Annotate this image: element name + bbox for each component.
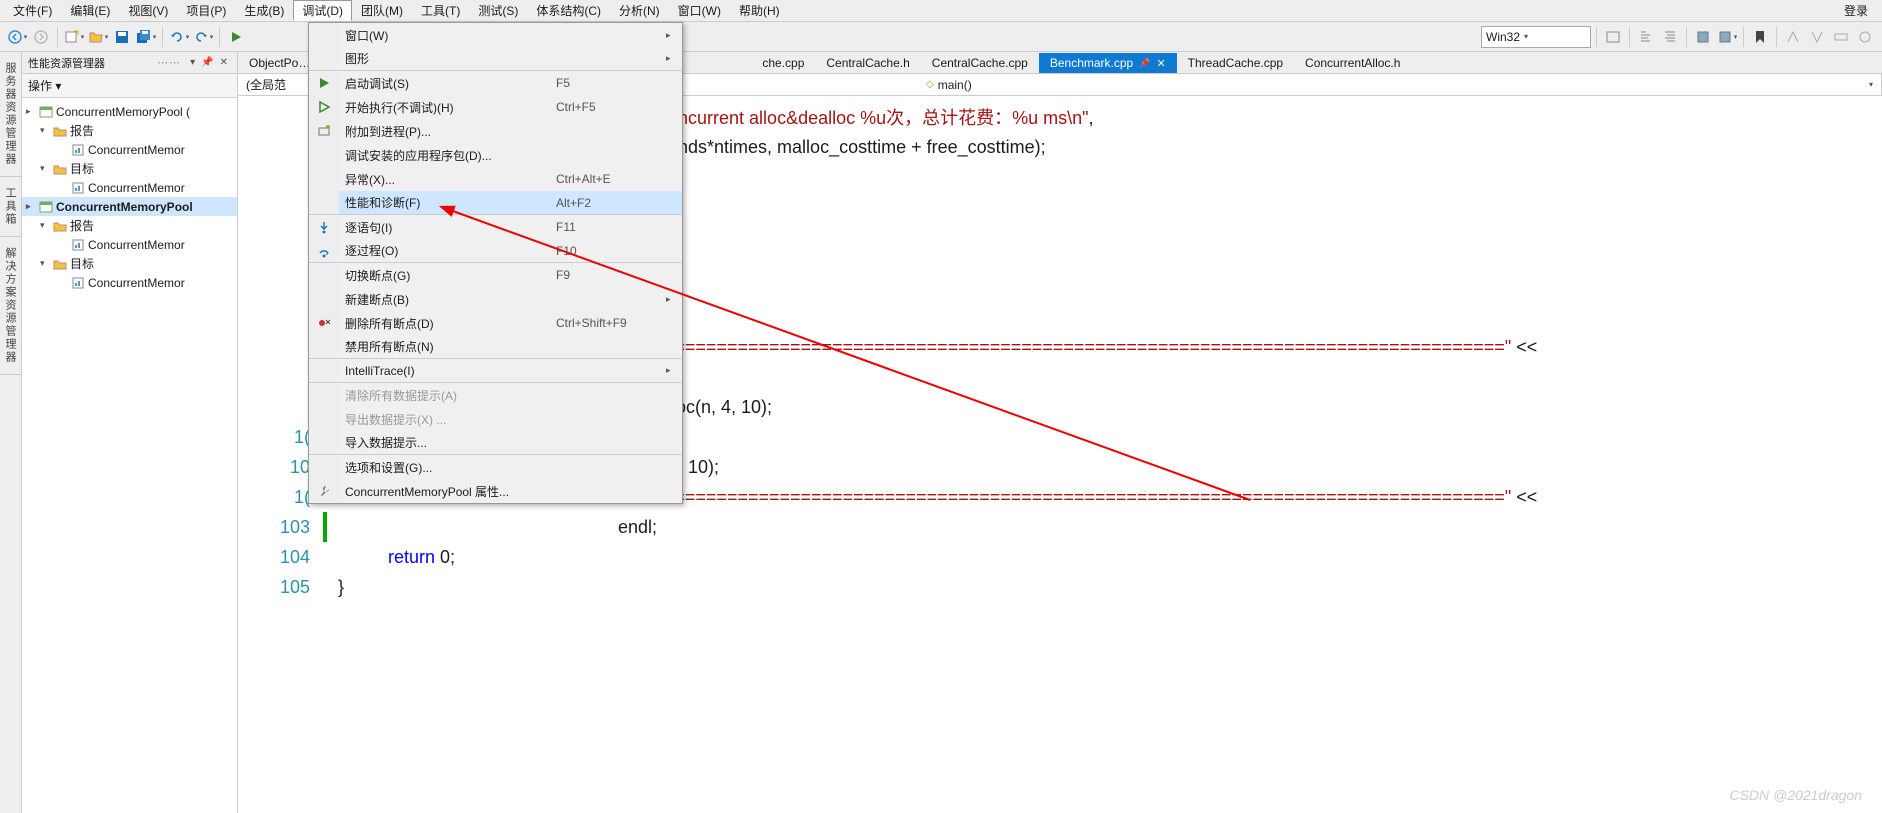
- panel-ops-dropdown[interactable]: 操作 ▾: [28, 77, 61, 94]
- menu-help[interactable]: 帮助(H): [730, 0, 789, 21]
- tb-icon-2[interactable]: [1635, 26, 1657, 48]
- tab-threadcache[interactable]: ThreadCache.cpp: [1177, 53, 1294, 73]
- menu-item: 清除所有数据提示(A): [309, 383, 682, 407]
- tb-icon-9[interactable]: [1854, 26, 1876, 48]
- panel-toolbar: 操作 ▾: [22, 74, 237, 98]
- redo-button[interactable]: [192, 26, 214, 48]
- menu-item[interactable]: 新建断点(B)▸: [309, 287, 682, 311]
- tab-centralcache-cpp[interactable]: CentralCache.cpp: [921, 53, 1039, 73]
- menu-item[interactable]: 启动调试(S)F5: [309, 71, 682, 95]
- menu-view[interactable]: 视图(V): [119, 0, 177, 21]
- debug-menu-dropdown: 窗口(W)▸图形▸启动调试(S)F5开始执行(不调试)(H)Ctrl+F5附加到…: [308, 22, 683, 504]
- tb-icon-5[interactable]: [1716, 26, 1738, 48]
- panel-title: 性能资源管理器 ⋯⋯ ▾ 📌 ✕: [22, 52, 237, 74]
- tree-item[interactable]: ▸ConcurrentMemoryPool (: [22, 102, 237, 121]
- menu-item[interactable]: 切换断点(G)F9: [309, 263, 682, 287]
- change-marker: [323, 512, 327, 542]
- menu-item[interactable]: 禁用所有断点(N): [309, 335, 682, 359]
- tab-close-icon[interactable]: ✕: [1156, 57, 1165, 70]
- func-icon: ◇: [926, 79, 934, 90]
- tree-item[interactable]: ConcurrentMemor: [22, 140, 237, 159]
- menu-item[interactable]: 窗口(W)▸: [309, 23, 682, 47]
- menu-item[interactable]: 调试安装的应用程序包(D)...: [309, 143, 682, 167]
- login-link[interactable]: 登录: [1834, 0, 1878, 21]
- menu-analyze[interactable]: 分析(N): [610, 0, 669, 21]
- nav-back-button[interactable]: [6, 26, 28, 48]
- menu-file[interactable]: 文件(F): [4, 0, 61, 21]
- side-tab-solution-explorer[interactable]: 解决方案资源管理器: [0, 237, 21, 375]
- menu-item[interactable]: 性能和诊断(F)Alt+F2: [309, 191, 682, 215]
- panel-menu-icon[interactable]: ▾: [190, 57, 195, 68]
- panel-tree[interactable]: ▸ConcurrentMemoryPool (▾报告ConcurrentMemo…: [22, 98, 237, 813]
- side-tabstrip: 服务器资源管理器 工具箱 解决方案资源管理器: [0, 52, 22, 813]
- tree-item[interactable]: ▾目标: [22, 254, 237, 273]
- tree-item[interactable]: ▾目标: [22, 159, 237, 178]
- menu-edit[interactable]: 编辑(E): [61, 0, 119, 21]
- tree-item[interactable]: ▸ConcurrentMemoryPool: [22, 197, 237, 216]
- menu-item[interactable]: 逐过程(O)F10: [309, 239, 682, 263]
- menu-item[interactable]: 导入数据提示...: [309, 431, 682, 455]
- bookmark-icon[interactable]: [1749, 26, 1771, 48]
- menu-tools[interactable]: 工具(T): [412, 0, 469, 21]
- new-project-button[interactable]: [63, 26, 85, 48]
- save-all-button[interactable]: [135, 26, 157, 48]
- menu-item[interactable]: 异常(X)...Ctrl+Alt+E: [309, 167, 682, 191]
- panel-close-icon[interactable]: ✕: [220, 57, 228, 68]
- menu-window[interactable]: 窗口(W): [669, 0, 730, 21]
- panel-pin-icon[interactable]: 📌: [201, 57, 213, 68]
- menu-arch[interactable]: 体系结构(C): [527, 0, 610, 21]
- tree-item[interactable]: ▾报告: [22, 216, 237, 235]
- open-button[interactable]: [87, 26, 109, 48]
- nav-fwd-button[interactable]: [30, 26, 52, 48]
- menu-item: 导出数据提示(X) ...: [309, 407, 682, 431]
- menu-debug[interactable]: 调试(D): [293, 0, 352, 21]
- menu-item[interactable]: ConcurrentMemoryPool 属性...: [309, 479, 682, 503]
- menu-item[interactable]: 开始执行(不调试)(H)Ctrl+F5: [309, 95, 682, 119]
- tb-icon-1[interactable]: [1602, 26, 1624, 48]
- watermark: CSDN @2021dragon: [1729, 787, 1862, 803]
- tb-icon-7[interactable]: [1806, 26, 1828, 48]
- tree-item[interactable]: ConcurrentMemor: [22, 235, 237, 254]
- menu-item[interactable]: 附加到进程(P)...: [309, 119, 682, 143]
- tb-icon-4[interactable]: [1692, 26, 1714, 48]
- menubar: 文件(F) 编辑(E) 视图(V) 项目(P) 生成(B) 调试(D) 团队(M…: [0, 0, 1882, 22]
- tree-item[interactable]: ConcurrentMemor: [22, 273, 237, 292]
- undo-button[interactable]: [168, 26, 190, 48]
- menu-team[interactable]: 团队(M): [352, 0, 412, 21]
- tb-icon-8[interactable]: [1830, 26, 1852, 48]
- menu-item[interactable]: IntelliTrace(I)▸: [309, 359, 682, 383]
- tree-item[interactable]: ▾报告: [22, 121, 237, 140]
- save-button[interactable]: [111, 26, 133, 48]
- menu-build[interactable]: 生成(B): [235, 0, 293, 21]
- platform-combo[interactable]: Win32: [1481, 26, 1591, 48]
- menu-test[interactable]: 测试(S): [469, 0, 527, 21]
- tb-icon-3[interactable]: [1659, 26, 1681, 48]
- tree-item[interactable]: ConcurrentMemor: [22, 178, 237, 197]
- menu-project[interactable]: 项目(P): [177, 0, 235, 21]
- start-button[interactable]: [225, 26, 247, 48]
- tab-benchmark[interactable]: Benchmark.cpp📌✕: [1039, 53, 1177, 73]
- tab-concurrentalloc[interactable]: ConcurrentAlloc.h: [1294, 53, 1411, 73]
- tab-centralcache-h[interactable]: CentralCache.h: [815, 53, 920, 73]
- tab-che[interactable]: che.cpp: [751, 53, 815, 73]
- menu-item[interactable]: 图形▸: [309, 47, 682, 71]
- side-tab-server-explorer[interactable]: 服务器资源管理器: [0, 52, 21, 177]
- nav-func-dropdown[interactable]: ◇main()▾: [918, 74, 1882, 95]
- side-tab-toolbox[interactable]: 工具箱: [0, 177, 21, 237]
- tb-icon-6[interactable]: [1782, 26, 1804, 48]
- performance-explorer-panel: 性能资源管理器 ⋯⋯ ▾ 📌 ✕ 操作 ▾ ▸ConcurrentMemoryP…: [22, 52, 238, 813]
- menu-item[interactable]: 选项和设置(G)...: [309, 455, 682, 479]
- panel-title-text: 性能资源管理器: [28, 55, 157, 71]
- toolbar: Win32: [0, 22, 1882, 52]
- menu-item[interactable]: 删除所有断点(D)Ctrl+Shift+F9: [309, 311, 682, 335]
- menu-item[interactable]: 逐语句(I)F11: [309, 215, 682, 239]
- tab-pin-icon[interactable]: 📌: [1139, 58, 1150, 69]
- panel-overflow[interactable]: ⋯⋯: [157, 56, 181, 69]
